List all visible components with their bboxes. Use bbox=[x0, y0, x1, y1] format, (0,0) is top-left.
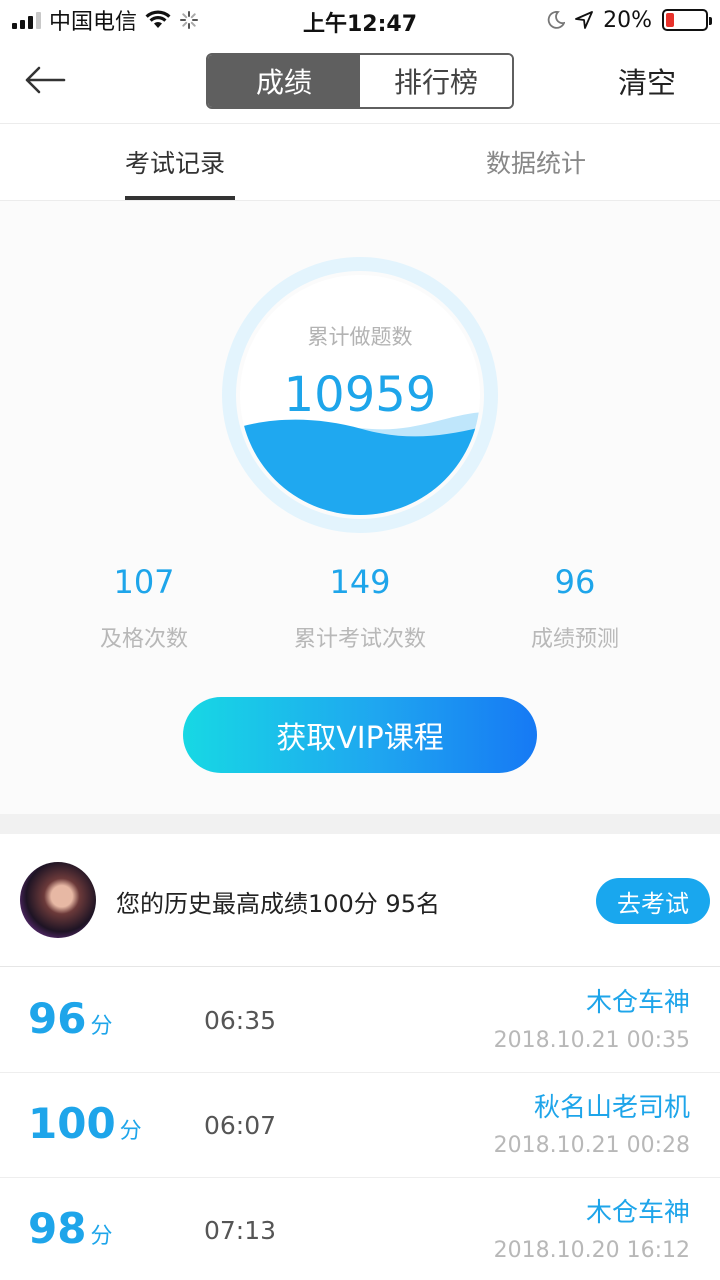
record-username: 木仓车神 bbox=[585, 1198, 690, 1228]
status-bar: 中国电信 上午12:47 20% bbox=[0, 0, 720, 40]
tab-underline bbox=[125, 196, 235, 200]
best-score-text: 您的历史最高成绩100分 95名 bbox=[116, 890, 440, 918]
best-score-row: 您的历史最高成绩100分 95名 去考试 bbox=[0, 834, 720, 967]
record-duration: 06:35 bbox=[204, 1006, 277, 1035]
record-score: 100 分 bbox=[28, 1099, 142, 1148]
tab-exam-records[interactable]: 考试记录 bbox=[125, 144, 225, 180]
metric-value: 149 bbox=[329, 563, 391, 601]
record-score: 98 分 bbox=[28, 1204, 112, 1253]
metric-score-prediction: 96 成绩预测 bbox=[455, 563, 695, 653]
score-unit: 分 bbox=[90, 1014, 113, 1039]
avatar[interactable] bbox=[20, 862, 96, 938]
record-score: 96 分 bbox=[28, 994, 112, 1043]
go-exam-button[interactable]: 去考试 bbox=[596, 878, 710, 924]
score-unit: 分 bbox=[90, 1224, 113, 1249]
score-value: 96 bbox=[28, 994, 87, 1043]
gauge-value: 10959 bbox=[283, 367, 437, 423]
metric-value: 96 bbox=[554, 563, 596, 601]
tab-data-stats[interactable]: 数据统计 bbox=[486, 144, 586, 180]
record-duration: 06:07 bbox=[204, 1111, 277, 1140]
record-username: 木仓车神 bbox=[585, 988, 690, 1018]
metric-value: 107 bbox=[113, 563, 175, 601]
record-row[interactable]: 96 分 06:35 木仓车神 2018.10.21 00:35 bbox=[0, 968, 720, 1073]
record-timestamp: 2018.10.21 00:35 bbox=[493, 1028, 690, 1053]
gauge-label: 累计做题数 bbox=[307, 325, 413, 349]
record-timestamp: 2018.10.20 16:12 bbox=[493, 1238, 690, 1263]
get-vip-course-button[interactable]: 获取VIP课程 bbox=[183, 697, 537, 773]
segment-ranking[interactable]: 排行榜 bbox=[360, 55, 512, 107]
stats-panel: 累计做题数 10959 107 及格次数 149 累计考试次数 96 成绩预测 … bbox=[0, 201, 720, 814]
segmented-control: 成绩 排行榜 bbox=[206, 53, 514, 109]
score-unit: 分 bbox=[119, 1119, 142, 1144]
section-divider bbox=[0, 814, 720, 834]
metric-label: 累计考试次数 bbox=[293, 627, 426, 652]
record-timestamp: 2018.10.21 00:28 bbox=[493, 1133, 690, 1158]
metric-label: 及格次数 bbox=[99, 627, 188, 652]
metric-pass-count: 107 及格次数 bbox=[24, 563, 264, 653]
record-row[interactable]: 100 分 06:07 秋名山老司机 2018.10.21 00:28 bbox=[0, 1073, 720, 1178]
tab-bar: 考试记录 数据统计 bbox=[0, 124, 720, 201]
status-right: 20% bbox=[547, 6, 712, 34]
score-value: 98 bbox=[28, 1204, 87, 1253]
nav-bar: 成绩 排行榜 清空 bbox=[0, 40, 720, 124]
battery-icon bbox=[662, 9, 712, 31]
battery-percent: 20% bbox=[603, 7, 652, 33]
battery-fill bbox=[666, 13, 674, 27]
moon-icon bbox=[547, 11, 566, 29]
record-username: 秋名山老司机 bbox=[533, 1093, 690, 1123]
record-list: 96 分 06:35 木仓车神 2018.10.21 00:35 100 分 06:… bbox=[0, 968, 720, 1280]
record-duration: 07:13 bbox=[204, 1216, 277, 1245]
segment-score[interactable]: 成绩 bbox=[208, 55, 360, 107]
back-button[interactable] bbox=[24, 58, 80, 102]
clear-button[interactable]: 清空 bbox=[618, 60, 676, 102]
back-arrow-icon bbox=[25, 66, 66, 94]
metric-exam-count: 149 累计考试次数 bbox=[240, 563, 480, 653]
record-row[interactable]: 98 分 07:13 木仓车神 2018.10.20 16:12 bbox=[0, 1178, 720, 1280]
metric-label: 成绩预测 bbox=[530, 627, 619, 652]
location-arrow-icon bbox=[575, 11, 593, 29]
score-value: 100 bbox=[28, 1099, 116, 1148]
